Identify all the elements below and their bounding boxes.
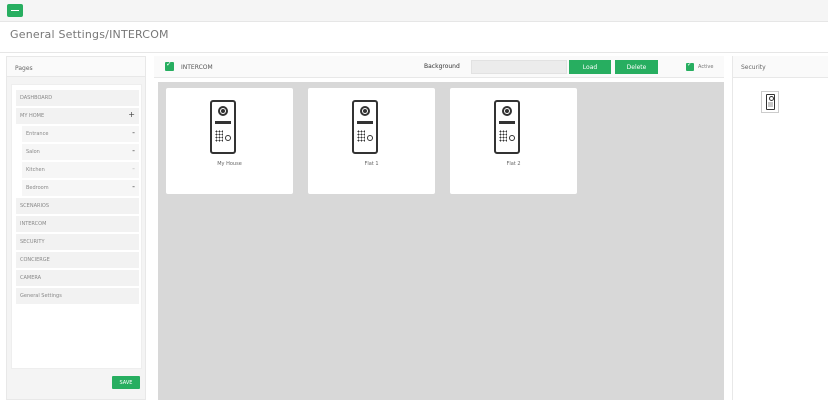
hamburger-icon: [11, 10, 19, 11]
delete-button[interactable]: Delete: [615, 60, 658, 74]
intercom-panel-icon[interactable]: [761, 91, 779, 113]
intercom-checkbox[interactable]: [165, 60, 174, 71]
page-title: General Settings/INTERCOM: [10, 28, 169, 41]
intercom-card[interactable]: My House: [166, 88, 293, 194]
remove-subpage-button[interactable]: -: [132, 183, 135, 191]
remove-subpage-button[interactable]: -: [132, 129, 135, 137]
active-label: Active: [698, 64, 714, 70]
page-item-scenarios[interactable]: SCENARIOS: [16, 198, 139, 214]
page-item-entrance[interactable]: Entrance -: [22, 126, 139, 142]
page-item-dashboard[interactable]: DASHBOARD: [16, 90, 139, 106]
page-item-general-settings[interactable]: General Settings: [16, 288, 139, 304]
background-input[interactable]: [471, 60, 567, 74]
intercom-canvas: My House Flat 1 Flat 2: [158, 82, 724, 400]
intercom-panel-icon: [210, 100, 236, 154]
intercom-card[interactable]: Flat 2: [450, 88, 577, 194]
remove-subpage-button[interactable]: -: [132, 147, 135, 155]
page-item-salon[interactable]: Salon -: [22, 144, 139, 160]
divider: [0, 52, 828, 53]
save-button[interactable]: SAVE: [112, 376, 140, 389]
intercom-toolbar: INTERCOM Background Load Delete Active: [154, 56, 724, 78]
intercom-panel-icon: [494, 100, 520, 154]
intercom-panel-icon: [352, 100, 378, 154]
card-label: My House: [217, 161, 242, 167]
card-label: Flat 2: [506, 161, 521, 167]
page-item-bedroom[interactable]: Bedroom -: [22, 180, 139, 196]
load-button[interactable]: Load: [569, 60, 611, 74]
pages-panel: Pages DASHBOARD MY HOME + Entrance - Salon…: [6, 56, 146, 400]
page-item-concierge[interactable]: CONCIERGE: [16, 252, 139, 268]
card-label: Flat 1: [364, 161, 379, 167]
security-panel: Security: [732, 56, 828, 400]
top-bar: [0, 0, 828, 22]
page-item-kitchen[interactable]: Kitchen -: [22, 162, 139, 178]
page-item-my-home[interactable]: MY HOME +: [16, 108, 139, 124]
menu-toggle-button[interactable]: [7, 4, 23, 17]
intercom-card[interactable]: Flat 1: [308, 88, 435, 194]
page-item-intercom[interactable]: INTERCOM: [16, 216, 139, 232]
security-heading: Security: [733, 56, 828, 78]
remove-subpage-button[interactable]: -: [132, 165, 135, 173]
pages-list: DASHBOARD MY HOME + Entrance - Salon - Kitc…: [11, 84, 142, 369]
background-label: Background: [424, 63, 460, 70]
active-checkbox[interactable]: [686, 61, 694, 71]
intercom-label: INTERCOM: [181, 64, 213, 71]
pages-heading: Pages: [7, 57, 145, 77]
add-subpage-button[interactable]: +: [128, 111, 135, 119]
page-item-security[interactable]: SECURITY: [16, 234, 139, 250]
page-item-camera[interactable]: CAMERA: [16, 270, 139, 286]
